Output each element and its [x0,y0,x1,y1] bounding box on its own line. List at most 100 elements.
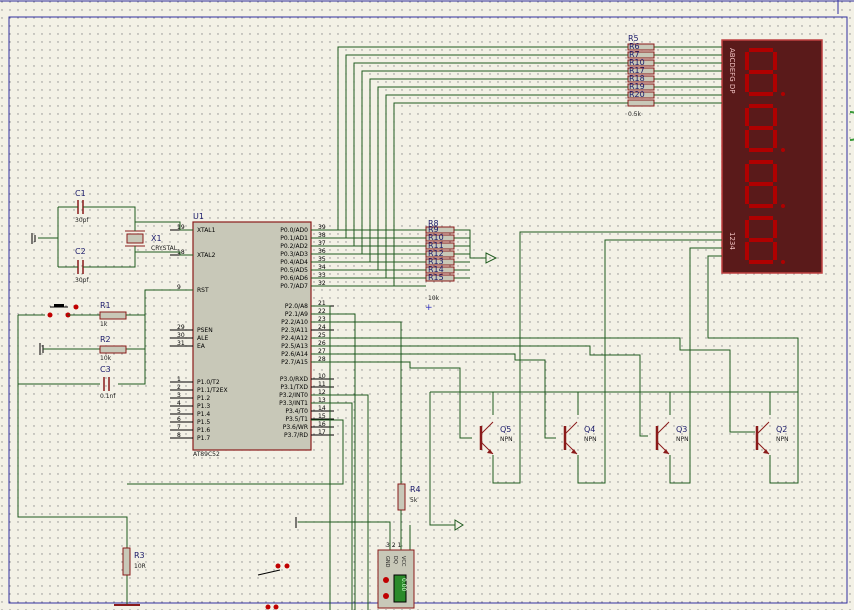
u1-left-pin-name: XTAL1 [197,227,216,234]
u1-right-pin-name: P0.7/AD7 [280,283,308,290]
r5-value: 0.5k [628,111,642,118]
x1-ref: X1 [151,234,162,243]
r8-cross: + [425,303,433,313]
u1-left-pin-num: 6 [177,416,181,423]
sw3-contact [265,604,271,610]
transistor-type: NPN [584,436,597,443]
u1-right-pin-name: P3.4/T0 [285,408,308,415]
sw-cap[interactable] [54,304,64,307]
u1-right-pin-num: 15 [318,413,326,420]
u1-right-pin-name: P3.2/INT0 [279,392,308,399]
u1-right-pin-name: P3.6/WR [283,424,308,431]
u1-right-pin-name: P3.0/RXD [280,376,308,383]
u1-right-pin-num: 10 [318,373,326,380]
r4-ref: R4 [410,485,421,494]
sw-contact-1 [47,312,53,318]
u1-right-pin-name: P2.0/A8 [285,303,308,310]
u1-right-pin-name: P0.0/AD0 [280,227,308,234]
sensor-pin-gnd: GND [384,556,390,568]
display-segment [773,242,777,260]
u1-ref: U1 [193,212,204,221]
r2-value: 10k [100,355,112,362]
u1-left-pin-num: 31 [177,340,185,347]
display-segment [749,238,773,242]
x1-value: CRYSTAL [151,245,178,252]
r5-pin-label: R20 [629,90,645,99]
display-segment [749,160,773,164]
display-segment [773,220,777,238]
schematic-canvas: { "u1": { "ref": "U1", "part": "AT89C52"… [0,0,854,610]
sw-contact-3 [73,304,79,310]
c1-value: 30pf [75,217,89,224]
c3-value: 0.1nf [100,393,116,400]
u1-right-pin-name: P2.7/A15 [281,359,308,366]
u1-part: AT89C52 [193,451,220,458]
u1-right-pin-name: P2.3/A11 [281,327,308,334]
u1-left-pin-name: P1.6 [197,427,210,434]
u1-right-pin-num: 14 [318,405,326,412]
u1-right-pin-name: P0.3/AD3 [280,251,308,258]
u1-right-pin-num: 24 [318,324,326,331]
sw2-contact-1 [275,563,281,569]
display-segment [749,204,773,208]
u1-left-pin-name: P1.2 [197,395,210,402]
schematic-svg: U1 AT89C52 XTAL119XTAL218RST9PSEN29ALE30… [0,0,854,610]
u1-right-pin-name: P0.6/AD6 [280,275,308,282]
u1-microcontroller[interactable]: U1 AT89C52 XTAL119XTAL218RST9PSEN29ALE30… [170,212,334,458]
u1-left-pin-name: P1.3 [197,403,210,410]
r3-value: 10R [134,563,146,570]
display-dp [781,148,785,152]
c2-ref: C2 [75,247,86,256]
sensor-btn-up[interactable] [383,577,389,583]
display-dp [781,260,785,264]
r8-pin-label: R15 [428,273,444,282]
u1-right-pin-name: P0.1/AD1 [280,235,308,242]
u1-left-pin-name: XTAL2 [197,252,216,259]
u1-left-pin-num: 4 [177,400,181,407]
display-segment [749,126,773,130]
transistor-type: NPN [500,436,513,443]
u1-right-pin-name: P2.4/A12 [281,335,308,342]
display-segment [773,164,777,182]
r4-body [397,483,406,511]
display-segment [749,92,773,96]
r8-value: 10k [428,295,440,302]
u1-right-pin-name: P2.6/A14 [281,351,308,358]
sensor-btn-down[interactable] [383,593,389,599]
display-segment [749,216,773,220]
u1-left-pin-num: 5 [177,408,181,415]
sensor-value: 0.00 [400,578,407,592]
r4-value: 5k [410,497,418,504]
u1-left-pin-num: 8 [177,432,181,439]
sensor-pin-dq: DQ [392,556,398,564]
transistor-ref: Q2 [776,425,787,434]
u1-left-pin-num: 1 [177,376,181,383]
u1-right-pin-name: P0.4/AD4 [280,259,308,266]
transistor-ref: Q3 [676,425,687,434]
display-segment [749,70,773,74]
r3-ref: R3 [134,551,145,560]
u1-left-pin-num: 2 [177,384,181,391]
u1-left-pin-name: P1.0/T2 [197,379,220,386]
display-segment [773,52,777,70]
display-segment [745,242,749,260]
r5-rows: R6R7R10R17R18R19R20 [627,42,655,107]
u1-right-pin-name: P2.1/A9 [285,311,308,318]
u1-right-pin-name: P3.1/TXD [280,384,308,391]
c2-value: 30pf [75,277,89,284]
u1-right-pin-num: 17 [318,429,326,436]
display-segment [749,260,773,264]
display-segment [745,52,749,70]
r5-element-last [627,99,655,107]
sensor-pin-vcc: VCC [400,556,406,567]
sw2-contact-2 [284,563,290,569]
c1-ref: C1 [75,189,86,198]
display-segment [745,74,749,92]
display-segment [773,130,777,148]
u1-right-pin-name: P0.5/AD5 [280,267,308,274]
r5-resistor-pack: R5 0.5k R6R7R10R17R18R19R20 [627,34,655,118]
u1-left-pin-name: EA [197,343,206,350]
display-segment [749,104,773,108]
display-segment [749,148,773,152]
display-seg-labels: ABCDEFG DP [728,48,736,93]
